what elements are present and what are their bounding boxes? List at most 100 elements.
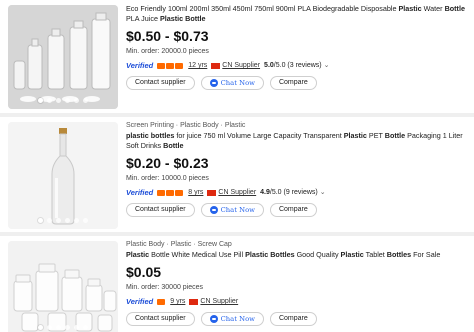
supplier-level-icons (157, 63, 184, 69)
min-order: Min. order: 30000 pieces (126, 284, 204, 291)
supplier-level-icons (157, 299, 166, 305)
product-title[interactable]: Eco Friendly 100ml 200ml 350ml 450ml 750… (126, 4, 470, 24)
title-segment: Bottle White Medical Use Pill (149, 250, 246, 259)
carousel-dot[interactable] (74, 98, 79, 103)
title-segment: Plastic (343, 131, 367, 140)
supplier-country[interactable]: CN Supplier (218, 187, 256, 199)
listing-content: Plastic Body · Plastic · Screw Cap Plast… (126, 240, 470, 326)
title-segment: Good Quality (294, 250, 341, 259)
cn-flag-icon (211, 63, 221, 69)
chat-now-label: Chat Now (220, 206, 255, 214)
compare-button[interactable]: Compare (269, 312, 317, 326)
product-title[interactable]: Plastic Bottle White Medical Use Pill Pl… (126, 250, 470, 260)
supplier-years[interactable]: 12 yrs (188, 60, 207, 72)
carousel-dots[interactable] (8, 325, 118, 330)
rating-reviews: /5.0 (9 reviews) (269, 189, 318, 196)
carousel-dot[interactable] (83, 325, 88, 330)
title-segment: Tablet (363, 250, 387, 259)
chevron-down-icon[interactable]: ⌄ (320, 187, 326, 199)
supplier-level-icons (157, 190, 184, 196)
supplier-country[interactable]: CN Supplier (200, 296, 238, 308)
contact-supplier-button[interactable]: Contact supplier (126, 312, 195, 326)
product-categories: Screen Printing · Plastic Body · Plastic (126, 122, 246, 129)
carousel-dot[interactable] (38, 218, 43, 223)
diamond-icon (157, 63, 166, 69)
cn-flag-icon (207, 190, 217, 196)
chat-now-button[interactable]: Chat Now (200, 76, 264, 90)
verified-badge: Verified (126, 61, 154, 70)
title-segment: Plastic (340, 250, 364, 259)
verified-badge: Verified (126, 188, 154, 197)
chat-icon (209, 315, 218, 323)
product-image[interactable] (8, 241, 118, 332)
chat-now-button[interactable]: Chat Now (200, 203, 264, 217)
diamond-icon (157, 299, 166, 305)
supplier-years[interactable]: 9 yrs (170, 296, 185, 308)
compare-button[interactable]: Compare (269, 76, 317, 90)
carousel-dot[interactable] (38, 98, 43, 103)
diamond-icon (175, 63, 184, 69)
carousel-dot[interactable] (65, 98, 70, 103)
cn-flag-icon (189, 299, 199, 305)
diamond-icon (166, 63, 175, 69)
title-segment: Eco Friendly 100ml 200ml 350ml 450ml 750… (126, 4, 399, 13)
carousel-dot[interactable] (56, 98, 61, 103)
supplier-rating[interactable]: 5.0/5.0 (3 reviews) (264, 60, 322, 72)
supplier-meta: Verified 8 yrs CN Supplier 4.9/5.0 (9 re… (126, 187, 470, 199)
contact-supplier-button[interactable]: Contact supplier (126, 76, 195, 90)
carousel-dot[interactable] (83, 98, 88, 103)
title-segment: plastic bottles (126, 131, 175, 140)
bottle-illustration (8, 122, 118, 229)
rating-score: 5.0 (264, 62, 274, 69)
title-segment: PLA Juice (126, 14, 160, 23)
supplier-country[interactable]: CN Supplier (222, 60, 260, 72)
carousel-dot[interactable] (56, 325, 61, 330)
product-listing: Screen Printing · Plastic Body · Plastic… (0, 117, 474, 232)
carousel-dot[interactable] (56, 218, 61, 223)
title-segment: Bottle (444, 4, 465, 13)
product-image[interactable] (8, 122, 118, 229)
carousel-dot[interactable] (47, 218, 52, 223)
product-price: $0.20 - $0.23 (126, 155, 209, 171)
product-categories: Plastic Body · Plastic · Screw Cap (126, 241, 232, 248)
carousel-dot[interactable] (47, 98, 52, 103)
title-segment: for juice 750 ml Volume Large Capacity T… (174, 131, 344, 140)
diamond-icon (157, 190, 166, 196)
supplier-meta: Verified 12 yrs CN Supplier 5.0/5.0 (3 r… (126, 60, 470, 72)
chat-now-label: Chat Now (220, 79, 255, 87)
carousel-dot[interactable] (47, 325, 52, 330)
chevron-down-icon[interactable]: ⌄ (324, 60, 330, 72)
pill-bottles-illustration (8, 241, 118, 332)
carousel-dot[interactable] (38, 325, 43, 330)
product-image[interactable] (8, 5, 118, 109)
carousel-dot[interactable] (65, 325, 70, 330)
carousel-dot[interactable] (74, 325, 79, 330)
title-segment: PET (366, 131, 385, 140)
carousel-dot[interactable] (65, 218, 70, 223)
verified-badge: Verified (126, 297, 154, 306)
supplier-years[interactable]: 8 yrs (188, 187, 203, 199)
title-segment: Plastic Bottle (159, 14, 206, 23)
chat-now-button[interactable]: Chat Now (200, 312, 264, 326)
carousel-dots[interactable] (8, 98, 118, 103)
compare-button[interactable]: Compare (269, 203, 317, 217)
bottles-illustration (8, 5, 118, 109)
title-segment: For Sale (411, 250, 441, 259)
diamond-icon (166, 190, 175, 196)
product-title[interactable]: plastic bottles for juice 750 ml Volume … (126, 131, 470, 151)
title-segment: Bottles (386, 250, 412, 259)
carousel-dot[interactable] (74, 218, 79, 223)
title-segment: Plastic Bottles (245, 250, 295, 259)
chat-icon (209, 206, 218, 214)
carousel-dots[interactable] (8, 218, 118, 223)
min-order: Min. order: 20000.0 pieces (126, 48, 209, 55)
listing-actions: Contact supplier Chat Now Compare (126, 203, 470, 217)
listing-content: Screen Printing · Plastic Body · Plastic… (126, 121, 470, 217)
carousel-dot[interactable] (83, 218, 88, 223)
title-segment: Water (421, 4, 445, 13)
chat-now-label: Chat Now (220, 315, 255, 323)
supplier-rating[interactable]: 4.9/5.0 (9 reviews) (260, 187, 318, 199)
listing-actions: Contact supplier Chat Now Compare (126, 76, 470, 90)
listing-content: Eco Friendly 100ml 200ml 350ml 450ml 750… (126, 4, 470, 90)
contact-supplier-button[interactable]: Contact supplier (126, 203, 195, 217)
